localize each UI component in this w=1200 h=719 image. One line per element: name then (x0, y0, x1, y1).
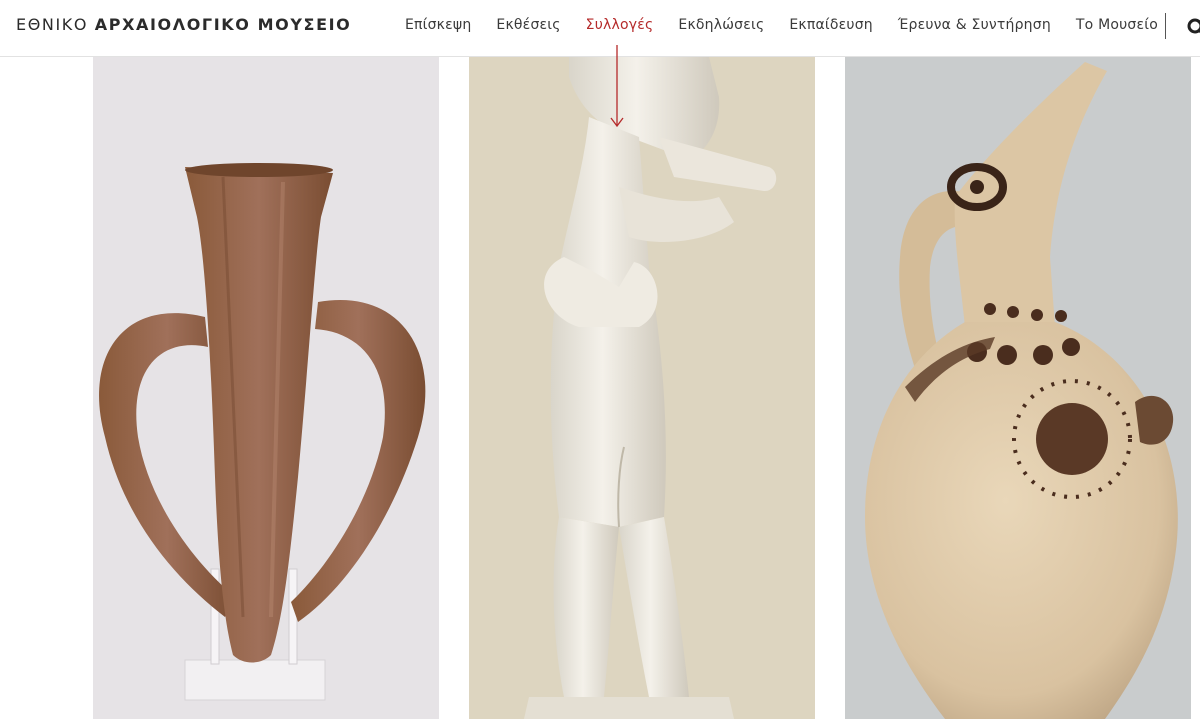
nav-item-research[interactable]: Έρευνα & Συντήρηση (898, 17, 1051, 33)
search-icon[interactable] (1186, 18, 1200, 36)
site-header: ΕΘΝΙΚΟ ΑΡΧΑΙΟΛΟΓΙΚΟ ΜΟΥΣΕΙΟ Επίσκεψη Εκθ… (0, 0, 1200, 57)
gallery-image-jug[interactable] (845, 57, 1191, 719)
logo-text-bold: ΑΡΧΑΙΟΛΟΓΙΚΟ ΜΟΥΣΕΙΟ (94, 15, 352, 34)
jug-illustration (845, 57, 1191, 719)
nav-item-visit[interactable]: Επίσκεψη (405, 17, 471, 33)
nav-item-museum[interactable]: Το Μουσείο (1076, 17, 1158, 33)
logo-text-light: ΕΘΝΙΚΟ (16, 15, 89, 34)
active-nav-arrow-icon (610, 45, 624, 128)
nav-item-education[interactable]: Εκπαίδευση (789, 17, 872, 33)
nav-divider (1165, 13, 1166, 39)
nav-item-exhibitions[interactable]: Εκθέσεις (496, 17, 560, 33)
gallery-image-figurine[interactable] (469, 57, 815, 719)
museum-logo[interactable]: ΕΘΝΙΚΟ ΑΡΧΑΙΟΛΟΓΙΚΟ ΜΟΥΣΕΙΟ (16, 15, 351, 34)
nav-item-events[interactable]: Εκδηλώσεις (678, 17, 764, 33)
nav-item-collections[interactable]: Συλλογές (586, 17, 654, 33)
vessel-illustration (93, 57, 439, 719)
main-navigation: Επίσκεψη Εκθέσεις Συλλογές Εκδηλώσεις Εκ… (405, 17, 1183, 33)
figurine-illustration (469, 57, 815, 719)
gallery-image-vessel[interactable] (93, 57, 439, 719)
